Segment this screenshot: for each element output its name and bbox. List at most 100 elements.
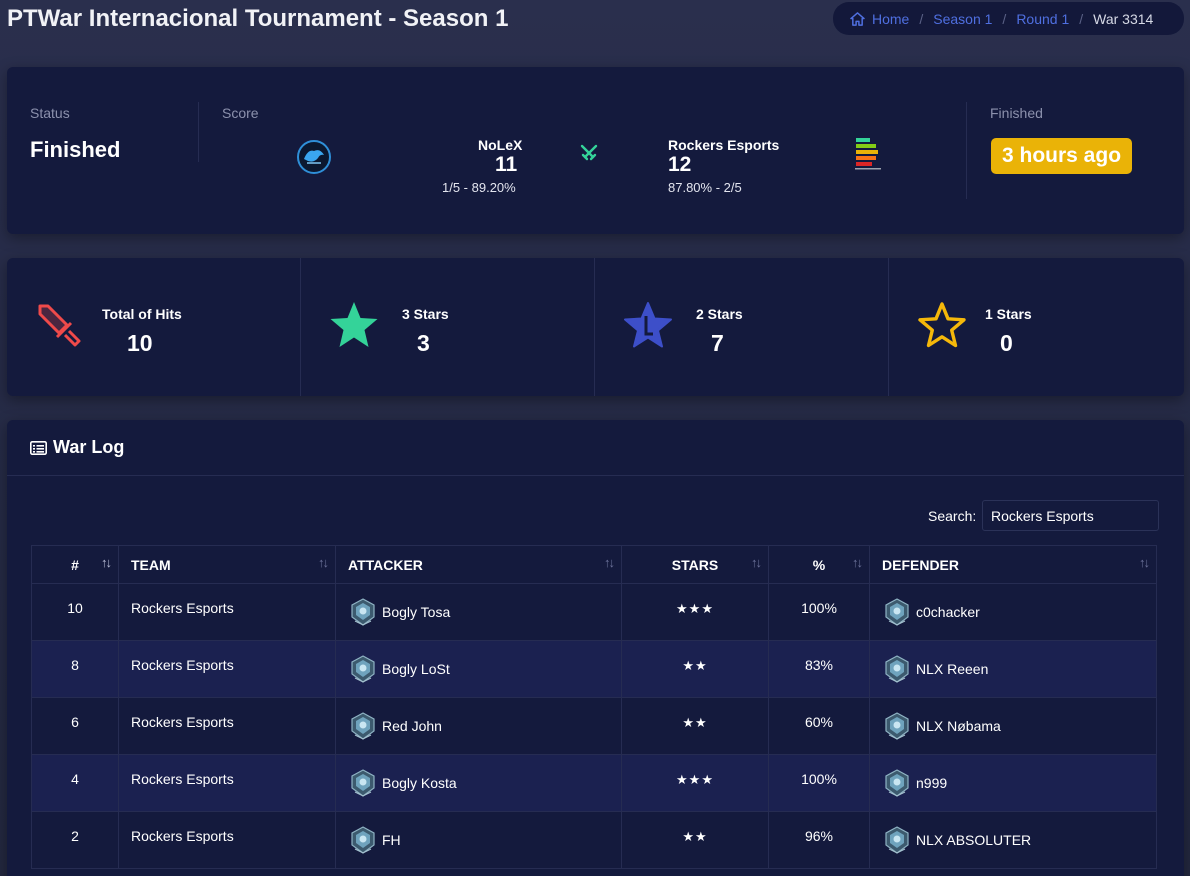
column-header-team[interactable]: TEAM ↑↓ xyxy=(118,545,336,584)
breadcrumb-separator: / xyxy=(919,10,924,27)
row-attacker: Bogly LoSt xyxy=(335,640,622,698)
war-log-header: War Log xyxy=(7,420,1184,476)
sort-icon: ↑↓ xyxy=(751,555,762,570)
war-log-card: War Log Search: #↑↓ TEAM↑↓ ATTACKER↑↓ ST… xyxy=(7,420,1184,876)
defender-name: NLX Nøbama xyxy=(916,718,1001,734)
defender-name: n999 xyxy=(916,775,948,791)
column-header-attacker[interactable]: ATTACKER ↑↓ xyxy=(335,545,622,584)
player-avatar-icon xyxy=(885,598,909,626)
table-row: 4 Rockers Esports Bogly Kosta ★★★ 100% n… xyxy=(31,754,1157,812)
team-b-score: 12 xyxy=(668,153,692,176)
player-avatar-icon xyxy=(351,655,375,683)
stat-two-stars: 2 Stars 7 xyxy=(595,258,888,396)
row-team: Rockers Esports xyxy=(118,697,336,755)
list-icon xyxy=(30,440,47,455)
war-log-title: War Log xyxy=(53,437,125,457)
player-avatar-icon xyxy=(351,712,375,740)
table-row: 6 Rockers Esports Red John ★★ 60% NLX Nø… xyxy=(31,697,1157,755)
row-percent: 96% xyxy=(768,811,870,869)
star-filled-icon xyxy=(330,302,378,347)
row-defender: NLX ABSOLUTER xyxy=(869,811,1157,869)
row-stars: ★★★ xyxy=(621,583,769,641)
team-a-name: NoLeX xyxy=(478,137,523,153)
row-team: Rockers Esports xyxy=(118,811,336,869)
score-label: Score xyxy=(222,105,259,121)
row-percent: 83% xyxy=(768,640,870,698)
defender-name: c0chacker xyxy=(916,604,980,620)
row-team: Rockers Esports xyxy=(118,583,336,641)
row-defender: c0chacker xyxy=(869,583,1157,641)
row-team: Rockers Esports xyxy=(118,640,336,698)
attacker-name: FH xyxy=(382,832,401,848)
search-input[interactable] xyxy=(982,500,1159,531)
stat-label: 1 Stars xyxy=(985,306,1032,322)
row-defender: NLX Nøbama xyxy=(869,697,1157,755)
row-attacker: FH xyxy=(335,811,622,869)
status-label: Status xyxy=(30,105,70,121)
player-avatar-icon xyxy=(885,655,909,683)
team-b-name: Rockers Esports xyxy=(668,137,780,153)
player-avatar-icon xyxy=(885,769,909,797)
player-avatar-icon xyxy=(885,826,909,854)
sort-icon: ↑↓ xyxy=(1139,555,1150,570)
finished-time-badge: 3 hours ago xyxy=(991,138,1133,174)
breadcrumb-home-label: Home xyxy=(872,10,910,27)
team-b-summary: 87.80% - 2/5 xyxy=(668,180,742,195)
star-outline-icon xyxy=(918,302,966,348)
row-stars: ★★ xyxy=(621,640,769,698)
crossed-swords-icon xyxy=(580,144,598,161)
stat-total-hits: Total of Hits 10 xyxy=(7,258,300,396)
team-a-summary: 1/5 - 89.20% xyxy=(442,180,516,195)
stat-label: 3 Stars xyxy=(402,306,449,322)
breadcrumb-current: War 3314 xyxy=(1093,10,1154,27)
stat-value: 3 xyxy=(417,330,430,356)
column-header-percent[interactable]: % ↑↓ xyxy=(768,545,870,584)
search-label: Search: xyxy=(928,508,977,524)
column-header-number[interactable]: # ↑↓ xyxy=(31,545,119,584)
table-header-row: # ↑↓ TEAM ↑↓ ATTACKER ↑↓ STARS ↑↓ % ↑↓ DEFEND… xyxy=(31,545,1157,584)
sort-icon: ↑↓ xyxy=(604,555,615,570)
breadcrumb-home-link[interactable]: Home xyxy=(850,11,909,27)
player-avatar-icon xyxy=(351,598,375,626)
stat-three-stars: 3 Stars 3 xyxy=(301,258,594,396)
column-header-defender[interactable]: DEFENDER ↑↓ xyxy=(869,545,1157,584)
row-attacker: Bogly Kosta xyxy=(335,754,622,812)
attacker-name: Bogly Kosta xyxy=(382,775,457,791)
sword-icon xyxy=(38,304,81,347)
attacker-name: Red John xyxy=(382,718,442,734)
row-number: 6 xyxy=(31,697,119,755)
row-team: Rockers Esports xyxy=(118,754,336,812)
sort-icon: ↑↓ xyxy=(101,555,112,570)
war-status-card: Status Finished Score NoLeX 11 1/5 - 89.… xyxy=(7,67,1184,234)
breadcrumb-round-link[interactable]: Round 1 xyxy=(1016,11,1069,27)
attacker-name: Bogly LoSt xyxy=(382,661,450,677)
divider xyxy=(198,102,199,162)
stat-one-star: 1 Stars 0 xyxy=(889,258,1184,396)
stat-value: 10 xyxy=(127,330,153,356)
defender-name: NLX Reeen xyxy=(916,661,989,677)
stat-value: 7 xyxy=(711,330,724,356)
sort-icon: ↑↓ xyxy=(318,555,329,570)
row-stars: ★★ xyxy=(621,697,769,755)
team-nolex-logo xyxy=(297,140,331,174)
sort-icon: ↑↓ xyxy=(852,555,863,570)
row-number: 2 xyxy=(31,811,119,869)
team-a-score: 11 xyxy=(495,153,518,176)
stat-value: 0 xyxy=(1000,330,1013,356)
row-stars: ★★ xyxy=(621,811,769,869)
column-header-stars[interactable]: STARS ↑↓ xyxy=(621,545,769,584)
star-half-icon xyxy=(624,302,672,348)
player-avatar-icon xyxy=(351,769,375,797)
defender-name: NLX ABSOLUTER xyxy=(916,832,1032,848)
home-icon xyxy=(850,11,865,26)
page-title: PTWar Internacional Tournament - Season … xyxy=(7,5,509,32)
row-attacker: Red John xyxy=(335,697,622,755)
war-stats-card: Total of Hits 10 3 Stars 3 2 Stars 7 1 S… xyxy=(7,258,1184,396)
row-number: 8 xyxy=(31,640,119,698)
divider xyxy=(966,102,967,199)
player-avatar-icon xyxy=(885,712,909,740)
table-row: 8 Rockers Esports Bogly LoSt ★★ 83% NLX … xyxy=(31,640,1157,698)
breadcrumb-season-link[interactable]: Season 1 xyxy=(933,11,992,27)
breadcrumb-separator: / xyxy=(1079,10,1084,27)
player-avatar-icon xyxy=(351,826,375,854)
